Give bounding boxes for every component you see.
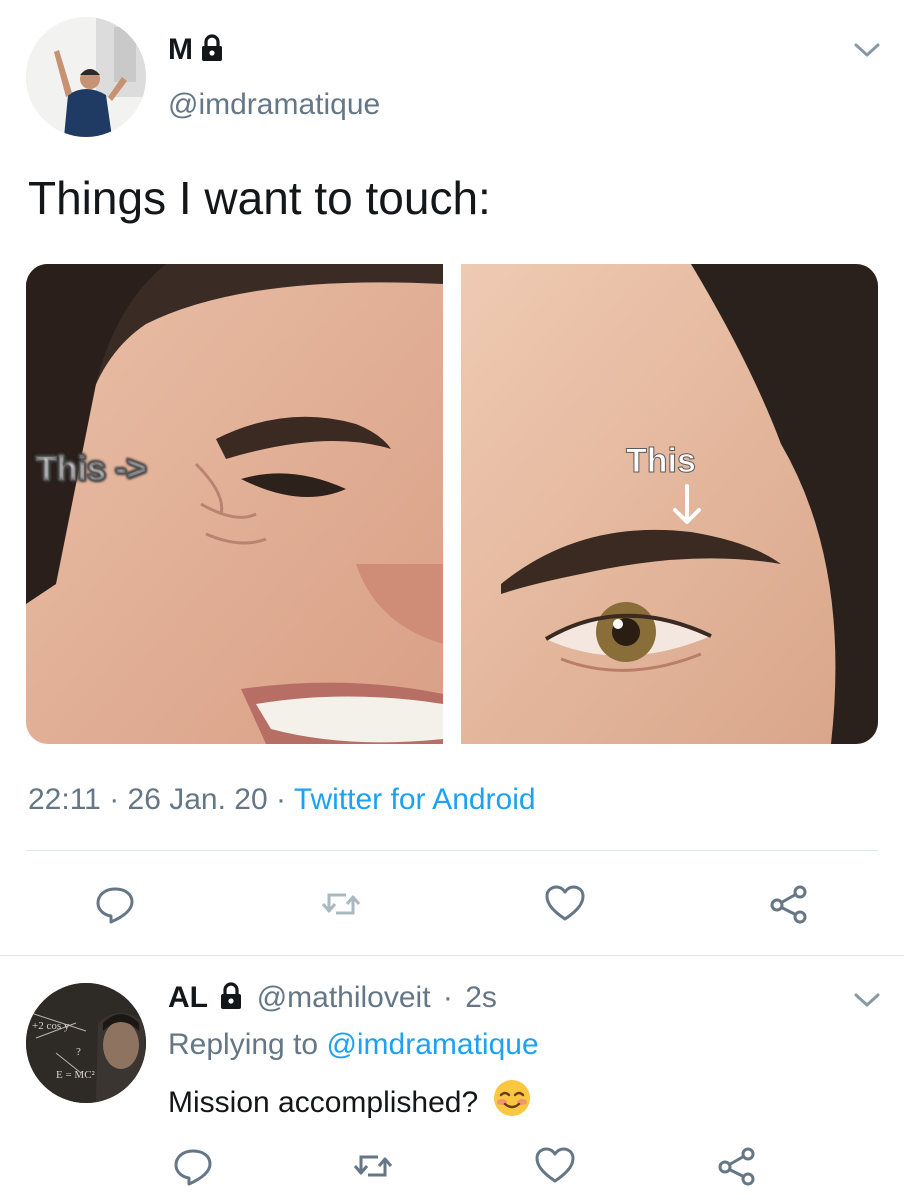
reply-like-button[interactable] — [532, 1143, 578, 1189]
media-image-right[interactable]: This — [461, 264, 878, 744]
like-button[interactable] — [542, 881, 588, 927]
reply-text-row: Mission accomplished? — [168, 1078, 532, 1129]
heart-icon — [545, 885, 585, 921]
meta-separator: · — [109, 783, 120, 816]
reply-author-avatar[interactable]: +2 cos y E = MC² ? — [26, 983, 146, 1103]
media-caption-left: This -> — [36, 450, 147, 488]
divider — [26, 850, 878, 851]
svg-text:+2 cos y: +2 cos y — [32, 1020, 70, 1032]
lock-icon — [218, 982, 244, 1019]
chevron-down-icon[interactable] — [852, 40, 882, 60]
reply-header: AL @mathiloveit · 2s — [168, 980, 497, 1019]
reply-icon — [174, 1149, 212, 1186]
reply-text: Mission accomplished? — [168, 1086, 479, 1119]
replying-mention-link[interactable]: @imdramatique — [326, 1028, 538, 1061]
chevron-down-icon[interactable] — [852, 990, 882, 1010]
author-avatar[interactable] — [26, 17, 146, 137]
author-handle[interactable]: @imdramatique — [168, 88, 380, 122]
tweet-meta: 22:11 · 26 Jan. 20 · Twitter for Android — [28, 780, 536, 820]
svg-text:?: ? — [76, 1046, 81, 1058]
smiling-face-with-blush-emoji-icon — [492, 1078, 532, 1129]
reply-display-name[interactable]: AL — [168, 981, 208, 1014]
tweet-media[interactable]: This -> This — [26, 264, 878, 744]
replying-to-line: Replying to @imdramatique — [168, 1027, 539, 1063]
reply-retweet-button[interactable] — [350, 1143, 396, 1189]
author-name-row: M — [168, 33, 225, 67]
tweet-source-link[interactable]: Twitter for Android — [294, 783, 536, 816]
retweet-button[interactable] — [318, 881, 364, 927]
share-icon — [718, 1147, 755, 1186]
retweet-icon — [321, 893, 361, 915]
tweet-time: 22:11 — [28, 783, 101, 816]
lock-icon — [199, 34, 225, 67]
reply-icon — [96, 887, 134, 924]
retweet-icon — [353, 1155, 393, 1177]
heart-icon — [535, 1147, 575, 1183]
share-icon — [770, 885, 807, 924]
author-display-name[interactable]: M — [168, 33, 193, 66]
reply-handle[interactable]: @mathiloveit — [257, 981, 431, 1014]
meta-separator: · — [276, 783, 287, 816]
replying-prefix: Replying to — [168, 1028, 319, 1061]
media-image-left[interactable]: This -> — [26, 264, 443, 744]
divider — [0, 955, 904, 956]
tweet-date: 26 Jan. 20 — [127, 783, 268, 816]
media-caption-right: This — [626, 442, 696, 480]
tweet-text: Things I want to touch: — [28, 172, 491, 224]
share-button[interactable] — [766, 881, 812, 927]
svg-text:E = MC²: E = MC² — [56, 1069, 96, 1081]
reply-separator: · — [442, 981, 453, 1014]
reply-button[interactable] — [92, 881, 138, 927]
reply-share-button[interactable] — [714, 1143, 760, 1189]
reply-reply-button[interactable] — [170, 1143, 216, 1189]
reply-age: 2s — [465, 981, 497, 1014]
